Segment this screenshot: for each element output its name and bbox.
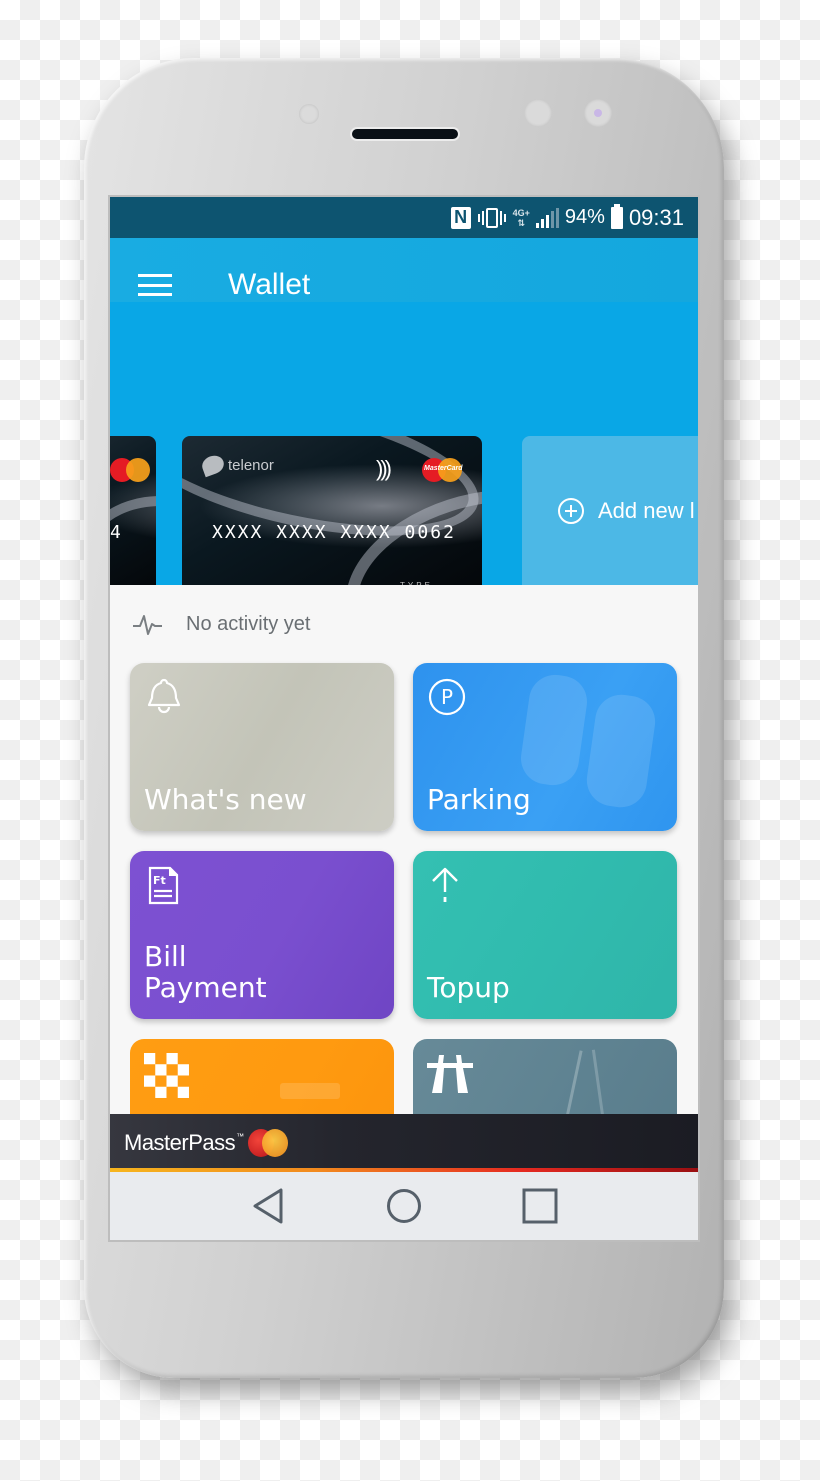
activity-status: No activity yet	[110, 585, 698, 663]
tile-label: Parking	[427, 783, 531, 816]
add-new-card-button[interactable]: Add new l	[522, 436, 698, 585]
battery-percent: 94%	[564, 206, 605, 228]
status-bar: N 4G+ ⇅ 94% 09:31	[110, 197, 698, 238]
masterpass-banner[interactable]: MasterPass ™	[110, 1114, 698, 1172]
front-camera	[584, 99, 612, 127]
recents-button[interactable]	[520, 1186, 560, 1226]
data-arrows-icon: ⇅	[517, 217, 526, 228]
card-number: XXXX XXXX XXXX 0062	[212, 522, 456, 543]
tile-topup[interactable]: Topup	[413, 851, 677, 1019]
masterpass-text: MasterPass	[124, 1130, 236, 1155]
add-new-card-label: Add new l	[598, 498, 695, 523]
screen: N 4G+ ⇅ 94% 09:31 Wallet 4 telenor))) M…	[110, 197, 698, 1240]
mastercard-logo	[248, 1129, 290, 1157]
signal-icon	[535, 207, 559, 228]
mastercard-text: MasterCard	[424, 465, 463, 472]
bell-icon	[147, 678, 181, 714]
svg-text:P: P	[441, 685, 453, 709]
network-type-label: 4G+	[512, 207, 530, 218]
mastercard-logo: MasterCard	[422, 458, 463, 482]
earpiece-speaker	[350, 127, 460, 141]
proximity-sensor	[299, 104, 319, 124]
mastercard-logo	[110, 458, 150, 482]
tile-label: What's new	[144, 783, 307, 816]
network-type-icon: 4G+ ⇅	[513, 208, 530, 228]
tile-parking[interactable]: P Parking	[413, 663, 677, 831]
home-button[interactable]	[384, 1186, 424, 1226]
tile-label: Bill Payment	[144, 941, 267, 1003]
card-swoosh-decoration	[110, 496, 156, 585]
activity-text: No activity yet	[186, 612, 311, 635]
card-brand: telenor	[228, 456, 274, 474]
system-nav-bar	[110, 1172, 698, 1240]
highway-icon	[427, 1055, 473, 1093]
page-title: Wallet	[228, 268, 311, 301]
card-carousel[interactable]: 4 telenor ))) MasterCard XXXX XXXX XXXX …	[110, 302, 698, 585]
back-button[interactable]	[248, 1186, 288, 1226]
tile-label-line: Payment	[144, 971, 267, 1004]
parking-icon: P	[428, 678, 466, 716]
hamburger-menu-icon[interactable]	[138, 274, 172, 296]
telenor-mark-icon	[199, 452, 227, 478]
taxi-sign-decoration	[280, 1083, 340, 1099]
recents-icon	[522, 1188, 558, 1224]
home-icon	[387, 1189, 421, 1223]
arrow-up-icon	[432, 867, 458, 902]
tile-label-line: Bill	[144, 940, 187, 973]
nfc-icon: N	[450, 206, 471, 229]
checkered-flag-icon	[144, 1053, 189, 1098]
light-sensor	[524, 99, 552, 127]
svg-text:Ft: Ft	[153, 874, 166, 887]
back-icon	[253, 1188, 283, 1224]
vibrate-icon	[477, 207, 507, 229]
telenor-logo: telenor	[199, 452, 274, 478]
payment-card-main[interactable]: telenor ))) MasterCard XXXX XXXX XXXX 00…	[182, 436, 482, 585]
battery-icon	[610, 203, 623, 229]
tile-label: Topup	[427, 971, 510, 1004]
payment-card-previous[interactable]: 4	[110, 436, 156, 585]
plus-circle-icon	[558, 498, 584, 524]
clock: 09:31	[628, 204, 684, 230]
tile-bill-payment[interactable]: Ft Bill Payment	[130, 851, 394, 1019]
pulse-icon	[133, 615, 162, 635]
bill-icon: Ft	[148, 866, 179, 905]
contactless-icon: )))	[376, 456, 392, 481]
tile-whats-new[interactable]: What's new	[130, 663, 394, 831]
masterpass-trademark: ™	[236, 1132, 245, 1141]
card-small-text: TYPE	[400, 581, 433, 585]
